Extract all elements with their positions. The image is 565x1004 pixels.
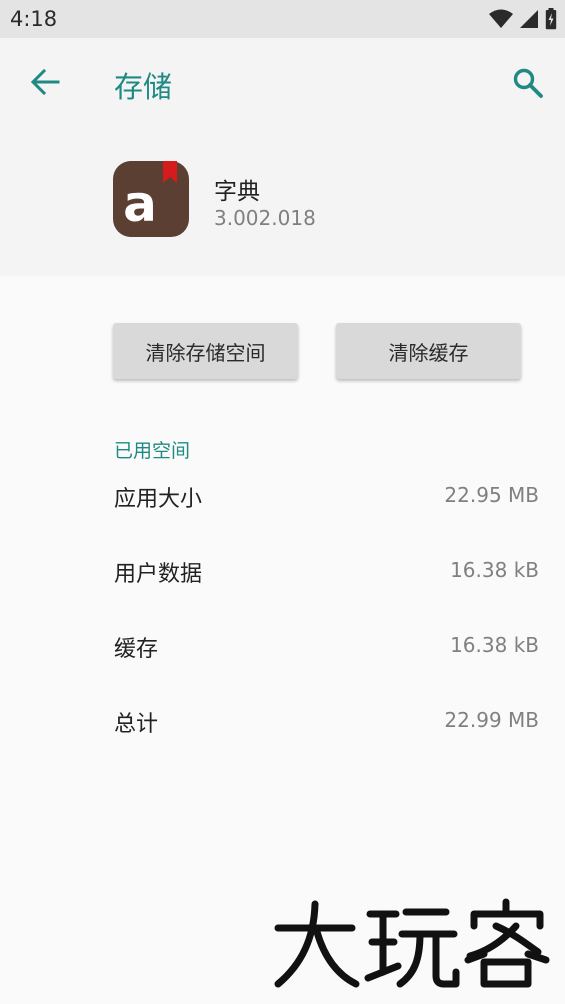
row-label: 用户数据: [114, 562, 203, 587]
app-header: 存储 a 字典 3.002.018: [0, 38, 565, 276]
search-button[interactable]: [508, 63, 548, 103]
row-value: 16.38 kB: [450, 558, 539, 582]
signal-icon: [520, 10, 538, 28]
back-button[interactable]: [26, 63, 64, 101]
page-title: 存储: [114, 70, 173, 104]
status-bar: 4:18: [0, 0, 565, 38]
status-icons: [489, 8, 557, 30]
clear-cache-button[interactable]: 清除缓存: [336, 323, 521, 379]
row-value: 22.95 MB: [444, 483, 539, 507]
search-icon: [513, 68, 543, 98]
app-version: 3.002.018: [214, 206, 316, 230]
status-time: 4:18: [10, 7, 58, 31]
storage-row-cache: 缓存 16.38 kB: [0, 631, 565, 671]
row-label: 应用大小: [114, 487, 203, 512]
svg-text:a: a: [123, 175, 157, 233]
section-title-used-space: 已用空间: [114, 440, 191, 462]
storage-row-total: 总计 22.99 MB: [0, 706, 565, 746]
storage-row-app-size: 应用大小 22.95 MB: [0, 481, 565, 521]
row-label: 缓存: [114, 637, 159, 662]
row-value: 16.38 kB: [450, 633, 539, 657]
storage-row-user-data: 用户数据 16.38 kB: [0, 556, 565, 596]
wifi-icon: [489, 9, 513, 28]
row-label: 总计: [114, 712, 159, 737]
dictionary-app-icon: a: [113, 161, 189, 237]
app-name: 字典: [214, 179, 260, 205]
row-value: 22.99 MB: [444, 708, 539, 732]
clear-storage-button[interactable]: 清除存储空间: [113, 323, 298, 379]
arrow-back-icon: [30, 69, 60, 95]
battery-icon: [545, 8, 557, 30]
watermark-logo: [270, 898, 560, 990]
